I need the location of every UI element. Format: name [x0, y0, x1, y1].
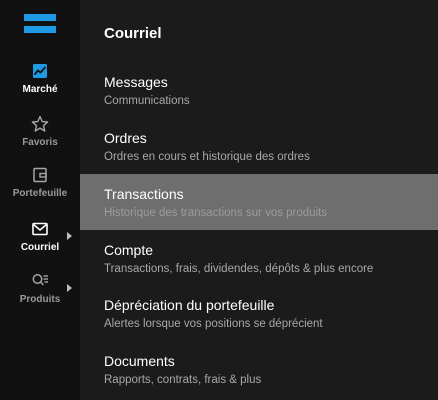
- menu-item-subtitle: Historique des transactions sur vos prod…: [104, 207, 328, 219]
- search-list-icon: [31, 272, 49, 290]
- sidebar-item-courriel[interactable]: Courriel: [0, 220, 80, 268]
- logo-bar: [24, 14, 56, 21]
- sidebar-item-label: Produits: [19, 294, 61, 305]
- chevron-right-icon: [67, 284, 72, 292]
- sidebar-item-label: Courriel: [20, 242, 60, 253]
- star-icon: [31, 115, 49, 133]
- menu-item-title: Dépréciation du portefeuille: [104, 297, 275, 313]
- sidebar-item-label: Portefeuille: [12, 188, 68, 199]
- menu-item-title: Compte: [104, 242, 154, 258]
- menu-item-title: Documents: [104, 353, 175, 369]
- menu-item-title: Messages: [104, 74, 168, 90]
- menu-item-ordres[interactable]: Ordres Ordres en cours et historique des…: [80, 118, 438, 174]
- menu-item-subtitle: Transactions, frais, dividendes, dépôts …: [104, 263, 374, 275]
- submenu-panel: Courriel Messages Communications Ordres …: [80, 0, 438, 400]
- sidebar-item-portefeuille[interactable]: Portefeuille: [0, 166, 80, 214]
- wallet-icon: [31, 166, 49, 184]
- menu-item-subtitle: Ordres en cours et historique des ordres: [104, 151, 310, 163]
- sidebar-item-marche[interactable]: Marché: [0, 62, 80, 110]
- sidebar-item-favoris[interactable]: Favoris: [0, 115, 80, 163]
- menu-item-messages[interactable]: Messages Communications: [80, 62, 438, 118]
- sidebar-item-label: Favoris: [22, 137, 58, 148]
- chevron-right-icon: [67, 232, 72, 240]
- menu-item-compte[interactable]: Compte Transactions, frais, dividendes, …: [80, 230, 438, 286]
- app-window: Marché Favoris Portefeuille Courriel Pro…: [0, 0, 438, 400]
- menu-item-subtitle: Alertes lorsque vos positions se dépréci…: [104, 318, 323, 330]
- sidebar: Marché Favoris Portefeuille Courriel Pro…: [0, 0, 80, 400]
- logo-bar: [24, 26, 56, 33]
- menu-item-transactions[interactable]: Transactions Historique des transactions…: [80, 174, 438, 230]
- envelope-icon: [31, 220, 49, 238]
- sidebar-item-produits[interactable]: Produits: [0, 272, 80, 320]
- menu-item-title: Ordres: [104, 130, 147, 146]
- menu-item-depreciation[interactable]: Dépréciation du portefeuille Alertes lor…: [80, 285, 438, 341]
- menu-item-subtitle: Communications: [104, 95, 190, 107]
- sidebar-item-label: Marché: [22, 84, 58, 95]
- menu-item-documents[interactable]: Documents Rapports, contrats, frais & pl…: [80, 341, 438, 397]
- panel-title: Courriel: [104, 25, 162, 42]
- logo[interactable]: [24, 14, 56, 34]
- menu-item-title: Transactions: [104, 186, 184, 202]
- chart-icon: [31, 62, 49, 80]
- menu-item-subtitle: Rapports, contrats, frais & plus: [104, 374, 262, 386]
